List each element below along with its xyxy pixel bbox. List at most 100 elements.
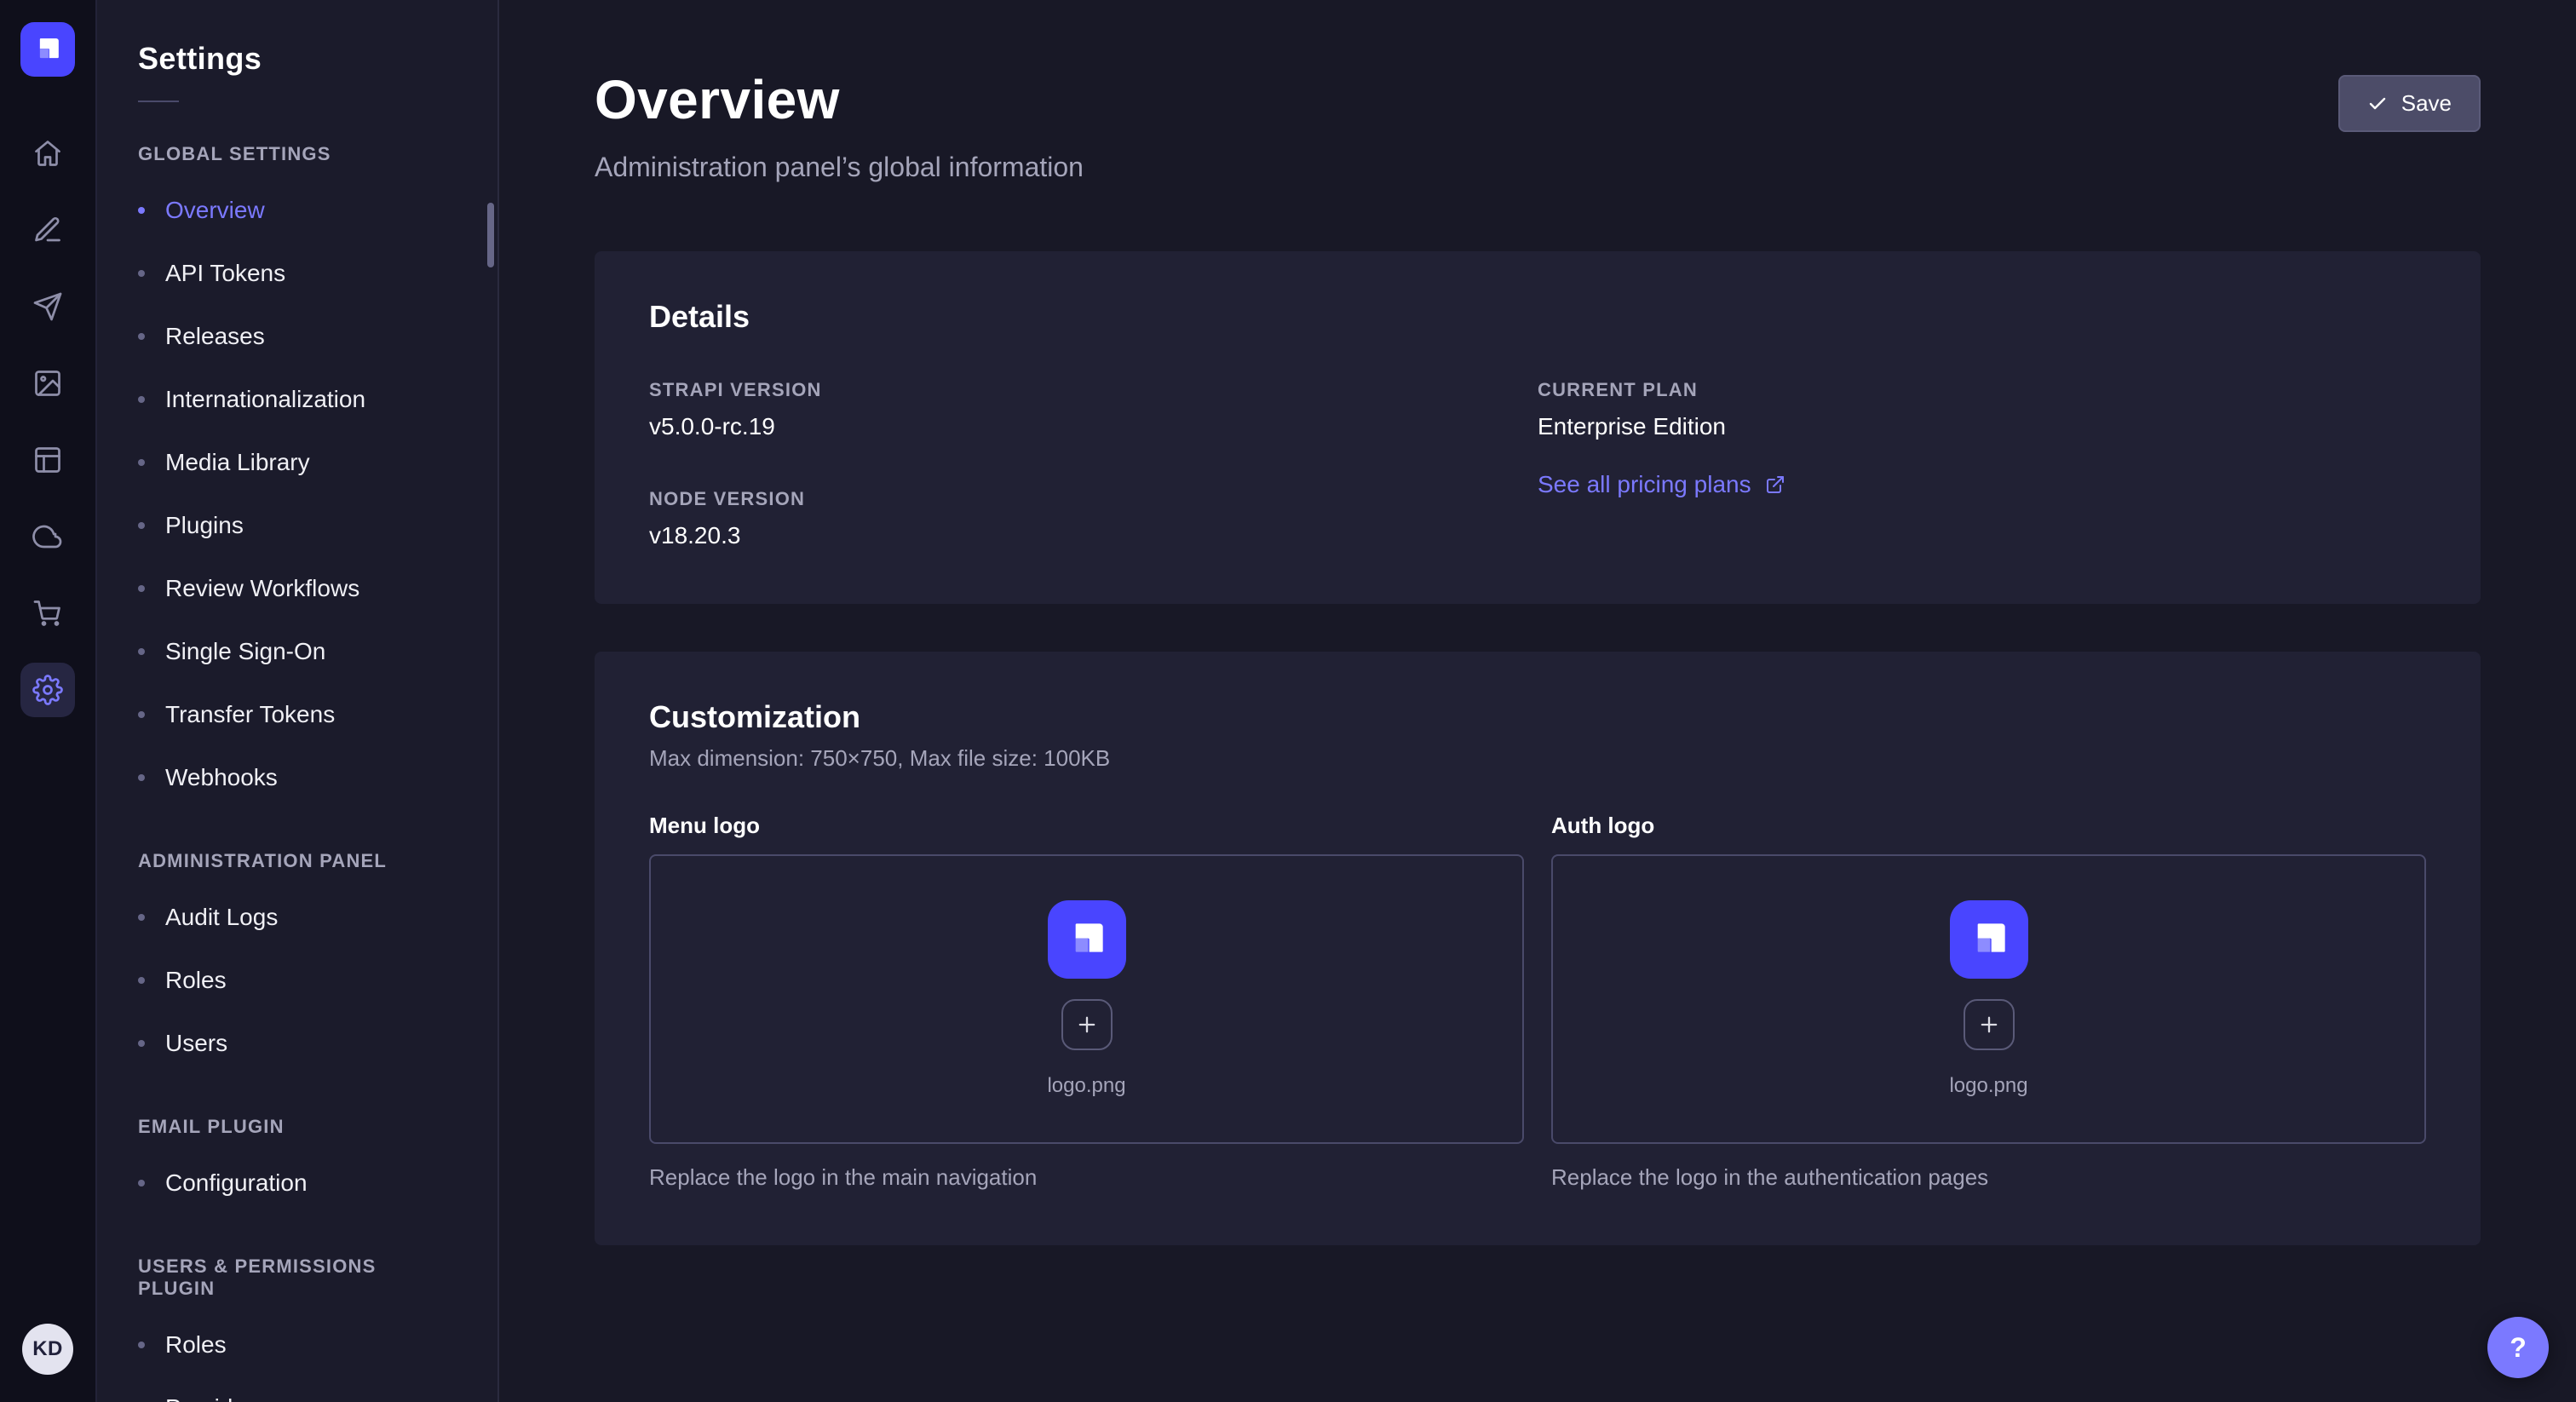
nav-home-button[interactable] (20, 126, 75, 181)
settings-nav-admin-users[interactable]: Users (97, 1012, 497, 1075)
help-button[interactable]: ? (2487, 1317, 2549, 1378)
bullet-dot (138, 711, 145, 718)
settings-nav-transfer-tokens[interactable]: Transfer Tokens (97, 683, 497, 746)
settings-nav-review-workflows[interactable]: Review Workflows (97, 557, 497, 620)
node-version-field: NODE VERSION v18.20.3 (649, 488, 805, 549)
menu-logo-dropzone[interactable]: logo.png (649, 854, 1524, 1144)
settings-nav-releases[interactable]: Releases (97, 305, 497, 368)
bullet-dot (138, 270, 145, 277)
bullet-dot (138, 522, 145, 529)
settings-nav-api-tokens[interactable]: API Tokens (97, 242, 497, 305)
nav-item-label: Providers (165, 1394, 266, 1402)
settings-nav-audit-logs[interactable]: Audit Logs (97, 886, 497, 949)
settings-nav-up-providers[interactable]: Providers (97, 1376, 497, 1402)
page-header: Overview Administration panel’s global i… (595, 68, 2481, 183)
user-avatar[interactable]: KD (22, 1324, 73, 1375)
plus-icon (1977, 1013, 2001, 1037)
nav-item-label: Plugins (165, 512, 244, 539)
external-link-icon (1765, 474, 1785, 495)
nav-item-label: Review Workflows (165, 575, 359, 602)
section-email-plugin: EMAIL PLUGIN (97, 1075, 497, 1152)
main-navigation: KD (0, 0, 97, 1402)
content-manager-icon (32, 215, 63, 245)
strapi-logo-button[interactable] (20, 22, 75, 77)
customization-card-subtitle: Max dimension: 750×750, Max file size: 1… (649, 745, 2426, 772)
plus-icon (1075, 1013, 1099, 1037)
settings-nav-up-roles[interactable]: Roles (97, 1313, 497, 1376)
settings-nav-single-sign-on[interactable]: Single Sign-On (97, 620, 497, 683)
nav-item-label: Single Sign-On (165, 638, 325, 665)
check-icon (2367, 94, 2388, 114)
auth-logo-label: Auth logo (1551, 813, 2426, 839)
strapi-logo-icon (1060, 912, 1114, 967)
menu-logo-upload: Menu logo (649, 813, 1524, 1191)
details-card-title: Details (649, 299, 2426, 335)
media-library-icon (32, 368, 63, 399)
settings-nav-internationalization[interactable]: Internationalization (97, 368, 497, 431)
bullet-dot (138, 1342, 145, 1348)
section-administration-panel: ADMINISTRATION PANEL (97, 809, 497, 886)
settings-nav-overview[interactable]: Overview (97, 179, 497, 242)
menu-logo-caption: Replace the logo in the main navigation (649, 1164, 1524, 1191)
subnav-scrollbar-thumb[interactable] (487, 203, 494, 267)
strapi-version-field: STRAPI VERSION v5.0.0-rc.19 (649, 379, 822, 440)
save-button[interactable]: Save (2338, 75, 2481, 132)
nav-item-label: Internationalization (165, 386, 365, 413)
section-global-settings: GLOBAL SETTINGS (97, 102, 497, 179)
nav-item-label: API Tokens (165, 260, 285, 287)
auth-logo-preview (1950, 900, 2028, 979)
settings-icon (32, 675, 63, 705)
nav-item-label: Overview (165, 197, 265, 224)
field-label: STRAPI VERSION (649, 379, 822, 401)
main-nav-icon-list (20, 126, 75, 717)
marketplace-icon (32, 598, 63, 629)
details-card: Details STRAPI VERSION v5.0.0-rc.19 NODE… (595, 251, 2481, 604)
nav-marketplace-button[interactable] (20, 586, 75, 641)
nav-media-library-button[interactable] (20, 356, 75, 411)
strapi-logo-icon (1962, 912, 2016, 967)
auth-logo-upload: Auth logo (1551, 813, 2426, 1191)
main-content: Overview Administration panel’s global i… (499, 0, 2576, 1402)
nav-item-label: Transfer Tokens (165, 701, 335, 728)
customization-card-title: Customization (649, 699, 2426, 735)
settings-nav-email-configuration[interactable]: Configuration (97, 1152, 497, 1215)
add-auth-logo-button[interactable] (1964, 999, 2015, 1050)
settings-nav-webhooks[interactable]: Webhooks (97, 746, 497, 809)
nav-item-label: Webhooks (165, 764, 278, 791)
nav-content-manager-button[interactable] (20, 203, 75, 257)
bullet-dot (138, 333, 145, 340)
releases-icon (32, 291, 63, 322)
settings-nav-admin-roles[interactable]: Roles (97, 949, 497, 1012)
nav-item-label: Configuration (165, 1169, 308, 1197)
field-label: CURRENT PLAN (1538, 379, 1726, 401)
settings-nav-media-library[interactable]: Media Library (97, 431, 497, 494)
auth-logo-caption: Replace the logo in the authentication p… (1551, 1164, 2426, 1191)
bullet-dot (138, 1040, 145, 1047)
nav-item-label: Media Library (165, 449, 310, 476)
settings-title: Settings (138, 41, 457, 77)
customization-card: Customization Max dimension: 750×750, Ma… (595, 652, 2481, 1245)
field-value: v5.0.0-rc.19 (649, 413, 822, 440)
bullet-dot (138, 774, 145, 781)
deploy-icon (32, 521, 63, 552)
bullet-dot (138, 207, 145, 214)
content-type-builder-icon (32, 445, 63, 475)
nav-releases-button[interactable] (20, 279, 75, 334)
section-users-permissions-plugin: USERS & PERMISSIONS PLUGIN (97, 1215, 497, 1313)
home-icon (32, 138, 63, 169)
nav-settings-button[interactable] (20, 663, 75, 717)
auth-logo-dropzone[interactable]: logo.png (1551, 854, 2426, 1144)
bullet-dot (138, 914, 145, 921)
save-button-label: Save (2401, 90, 2452, 117)
nav-item-label: Releases (165, 323, 265, 350)
add-menu-logo-button[interactable] (1061, 999, 1113, 1050)
settings-nav-plugins[interactable]: Plugins (97, 494, 497, 557)
pricing-plans-link[interactable]: See all pricing plans (1538, 471, 1785, 498)
nav-item-label: Audit Logs (165, 904, 278, 931)
menu-logo-filename: logo.png (1047, 1074, 1125, 1098)
bullet-dot (138, 396, 145, 403)
bullet-dot (138, 459, 145, 466)
nav-deploy-button[interactable] (20, 509, 75, 564)
nav-item-label: Roles (165, 1331, 227, 1359)
nav-content-type-builder-button[interactable] (20, 433, 75, 487)
